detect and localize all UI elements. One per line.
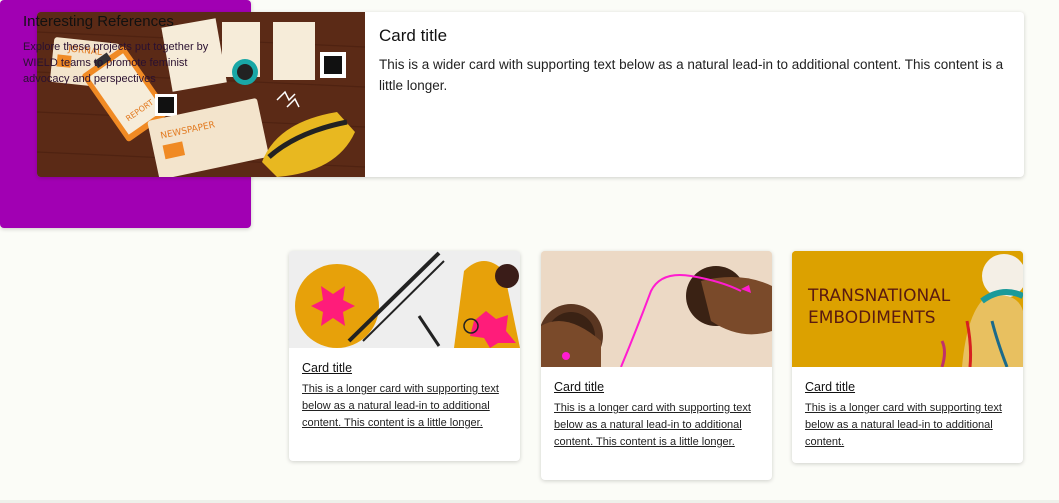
card-2-body: Card title This is a longer card with su… <box>554 380 759 451</box>
card-3[interactable]: TRANSNATIONAL EMBODIMENTS Card title Thi… <box>792 251 1023 463</box>
card-text[interactable]: This is a longer card with supporting te… <box>302 381 507 432</box>
card-1[interactable]: Card title This is a longer card with su… <box>289 251 520 461</box>
card-text[interactable]: This is a longer card with supporting te… <box>554 400 759 451</box>
card-2-image <box>541 251 772 368</box>
card-text: This is a wider card with supporting tex… <box>379 57 1004 93</box>
wide-card-body: Card title This is a wider card with sup… <box>379 26 1010 96</box>
card-title: Card title <box>379 26 448 45</box>
card-title[interactable]: Card title <box>302 361 507 375</box>
references-title: Interesting References <box>23 13 174 30</box>
image-text-line-2: EMBODIMENTS <box>808 308 936 328</box>
card-1-body: Card title This is a longer card with su… <box>302 361 507 432</box>
card-3-image: TRANSNATIONAL EMBODIMENTS <box>792 251 1023 368</box>
wide-card[interactable]: JORNAL REPORT NEWSPAPER Card title This … <box>37 12 1024 177</box>
card-title[interactable]: Card title <box>805 380 1010 394</box>
card-title[interactable]: Card title <box>554 380 759 394</box>
card-text[interactable]: This is a longer card with supporting te… <box>805 400 1010 451</box>
image-text-line-1: TRANSNATIONAL <box>807 286 951 306</box>
card-1-image <box>289 251 520 348</box>
references-text: Explore these projects put together by W… <box>23 41 209 85</box>
desk-illustration: JORNAL REPORT NEWSPAPER <box>37 12 366 177</box>
card-3-body: Card title This is a longer card with su… <box>805 380 1010 451</box>
card-2[interactable]: Card title This is a longer card with su… <box>541 251 772 480</box>
